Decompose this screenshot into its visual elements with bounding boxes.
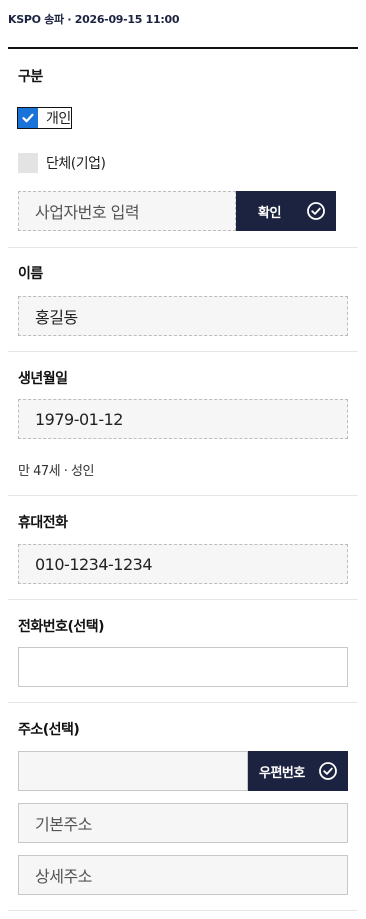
basic-address-input[interactable]: 기본주소 (18, 803, 348, 843)
section-divider (8, 702, 358, 703)
header-divider (8, 47, 358, 49)
mobile-field[interactable]: 010-1234-1234 (18, 544, 348, 584)
option-group-label: 단체(기업) (46, 156, 106, 172)
section-divider (8, 247, 358, 248)
section-divider (8, 599, 358, 600)
business-number-input[interactable]: 사업자번호 입력 (18, 191, 236, 231)
option-individual-label: 개인 (46, 111, 71, 127)
page-header: KSPO 송파 · 2026-09-15 11:00 (0, 0, 366, 49)
birthdate-label: 생년월일 (18, 371, 68, 387)
birthdate-field[interactable]: 1979-01-12 (18, 399, 348, 439)
check-circle-icon (319, 762, 337, 780)
checkbox-unchecked-icon[interactable] (18, 153, 38, 173)
address-label: 주소(선택) (18, 722, 80, 738)
business-number-confirm-button[interactable]: 확인 (236, 191, 336, 231)
confirm-button-label: 확인 (258, 205, 281, 221)
postcode-button-label: 우편번호 (259, 765, 305, 781)
checkbox-checked-icon[interactable] (18, 108, 38, 128)
postcode-search-button[interactable]: 우편번호 (248, 751, 348, 791)
detail-address-input[interactable]: 상세주소 (18, 855, 348, 895)
name-label: 이름 (18, 266, 43, 282)
name-field[interactable]: 홍길동 (18, 296, 348, 336)
division-label: 구분 (18, 69, 43, 85)
age-note: 만 47세 · 성인 (18, 464, 94, 479)
option-group[interactable]: 단체(기업) (18, 153, 106, 173)
section-divider (8, 351, 358, 352)
postcode-input[interactable] (18, 751, 248, 791)
mobile-label: 휴대전화 (18, 515, 68, 531)
option-individual[interactable]: 개인 (17, 107, 72, 129)
page-title: KSPO 송파 · 2026-09-15 11:00 (8, 13, 180, 26)
phone-label: 전화번호(선택) (18, 619, 105, 635)
check-circle-icon (307, 202, 325, 220)
section-divider (8, 495, 358, 496)
phone-input[interactable] (18, 647, 348, 687)
section-divider (8, 910, 358, 911)
